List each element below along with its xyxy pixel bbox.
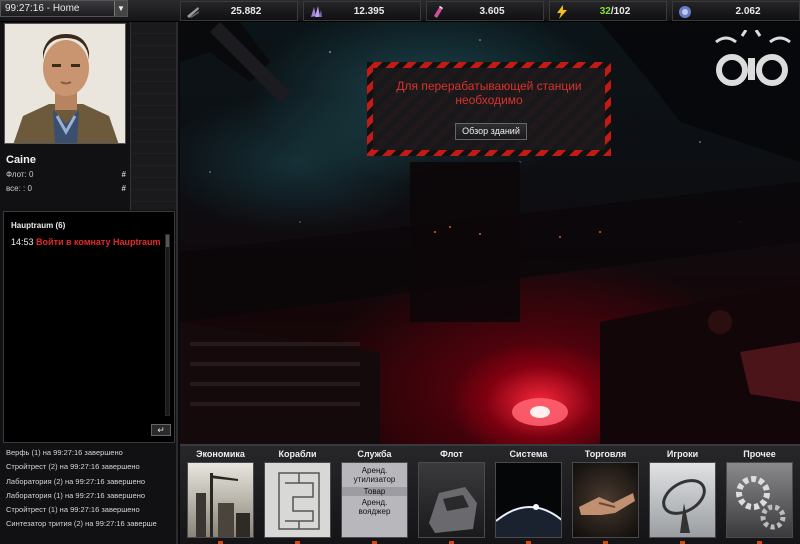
nav-other[interactable]: Прочее (723, 448, 796, 544)
resource-tritium[interactable]: 3.605 (426, 1, 544, 21)
nav-economy[interactable]: Экономика (184, 448, 257, 544)
energy-current: 32 (599, 6, 611, 17)
resource-credits[interactable]: 2.062 (672, 1, 800, 21)
service-item-voyager[interactable]: вояджер (342, 507, 407, 516)
list-item: Стройтрест (1) на 99:27:16 завершено (6, 505, 140, 515)
warning-dialog-body: Для перерабатывающей станции необходимо … (373, 68, 605, 150)
all-stat: все: : 0 # (6, 184, 126, 193)
warning-message: Для перерабатывающей станции необходимо (396, 79, 582, 107)
avatar[interactable] (4, 23, 126, 144)
nav-players-label: Игроки (666, 449, 699, 459)
tritium-vial-icon (434, 6, 443, 18)
credits-value: 2.062 (735, 6, 761, 17)
clock-label: 99:27:16 - Home (5, 3, 80, 14)
side-strip (130, 22, 176, 210)
tritium-value: 3.605 (479, 6, 505, 17)
resource-crystal[interactable]: 12.395 (303, 1, 421, 21)
commander-portrait (5, 24, 125, 143)
fleet-stat: Флот: 0 # (6, 170, 126, 179)
list-item: Стройтрест (2) на 99:27:16 завершено (6, 462, 140, 472)
resource-metal[interactable]: 25.882 (180, 1, 298, 21)
nav-ships-label: Корабли (278, 449, 317, 459)
crystal-icon (311, 6, 322, 17)
chat-room-title: Hauptraum (6) (11, 221, 66, 230)
energy-value: 32/102 (570, 6, 660, 17)
game-logo-icon (715, 30, 791, 86)
player-name: Caine (6, 154, 36, 166)
trade-handshake-icon (572, 462, 639, 538)
chevron-down-icon[interactable]: ▼ (114, 1, 127, 16)
fleet-icon (418, 462, 485, 538)
fleet-stat-label: Флот: 0 (6, 170, 34, 179)
chat-time: 14:53 (11, 237, 34, 247)
credits-icon (679, 6, 691, 18)
metal-value: 25.882 (230, 6, 262, 17)
nav-other-label: Прочее (743, 449, 776, 459)
list-item: Лаборатория (2) на 99:27:16 завершено (6, 476, 146, 486)
nav-trade-label: Торговля (584, 449, 627, 459)
nav-service[interactable]: Служба Аренд. утилизатор Товар Аренд. во… (338, 448, 411, 544)
service-item-rent-voyager[interactable]: Аренд. (342, 498, 407, 507)
service-item-recycler[interactable]: утилизатор (342, 475, 407, 484)
nav-system-label: Система (509, 449, 548, 459)
resource-energy[interactable]: 32/102 (549, 1, 667, 21)
buildings-overview-button[interactable]: Обзор зданий (455, 123, 527, 140)
event-list: Верфь (1) на 99:27:16 завершено Стройтре… (3, 446, 175, 542)
chat-send-button[interactable]: ↵ (151, 424, 171, 436)
list-item: Лаборатория (1) на 99:27:16 завершено (6, 490, 146, 500)
service-item-goods[interactable]: Товар (342, 487, 407, 496)
service-menu: Аренд. утилизатор Товар Аренд. вояджер (341, 462, 408, 538)
all-hash-link[interactable]: # (122, 184, 126, 193)
nav-system[interactable]: Система (492, 448, 565, 544)
chat-scrollbar[interactable] (165, 234, 170, 416)
nav-fleet[interactable]: Флот (415, 448, 488, 544)
service-item-rent-recycler[interactable]: Аренд. (342, 466, 407, 475)
fleet-hash-link[interactable]: # (122, 170, 126, 179)
chat-message: 14:53 Войти в комнату Hauptraum (11, 236, 161, 248)
join-room-link[interactable]: Войти в комнату Hauptraum (36, 237, 161, 247)
all-stat-label: все: : 0 (6, 184, 32, 193)
left-panel: Caine Флот: 0 # все: : 0 # Hauptraum (6)… (0, 22, 178, 544)
metal-icon (187, 7, 199, 18)
energy-bolt-icon (557, 5, 567, 19)
main-navigation: Экономика Корабли Служба Аренд. утилизат… (180, 444, 800, 544)
nav-ships[interactable]: Корабли (261, 448, 334, 544)
chat-panel: Hauptraum (6) 14:53 Войти в комнату Haup… (3, 211, 175, 443)
nav-service-label: Служба (357, 449, 392, 459)
economy-icon (187, 462, 254, 538)
list-item: Верфь (1) на 99:27:16 завершено (6, 448, 123, 457)
nav-fleet-label: Флот (440, 449, 463, 459)
chat-scroll-thumb[interactable] (166, 235, 169, 247)
nav-players[interactable]: Игроки (646, 448, 719, 544)
other-gears-icon (726, 462, 793, 538)
nav-trade[interactable]: Торговля (569, 448, 642, 544)
warning-dialog: Для перерабатывающей станции необходимо … (367, 62, 611, 156)
players-antenna-icon (649, 462, 716, 538)
energy-max: /102 (610, 6, 631, 17)
resource-bar: 99:27:16 - Home ▼ 25.882 12.395 3.605 32… (0, 0, 800, 22)
crystal-value: 12.395 (353, 6, 385, 17)
nav-economy-label: Экономика (196, 449, 245, 459)
planet-scene[interactable]: Для перерабатывающей станции необходимо … (180, 22, 800, 444)
list-item: Синтезатор трития (2) на 99:27:16 заверш… (6, 519, 157, 529)
system-planet-icon (495, 462, 562, 538)
ships-blueprint-icon (264, 462, 331, 538)
planet-selector[interactable]: 99:27:16 - Home ▼ (0, 0, 128, 17)
